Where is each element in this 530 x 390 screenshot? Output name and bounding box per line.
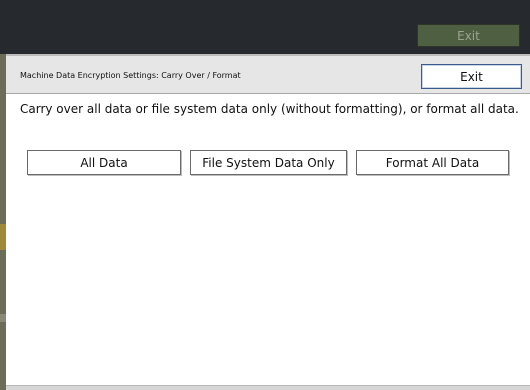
format-all-data-button[interactable]: Format All Data xyxy=(356,150,509,175)
all-data-button[interactable]: All Data xyxy=(27,150,181,175)
dialog-title: Machine Data Encryption Settings: Carry … xyxy=(20,71,241,80)
file-system-data-only-button[interactable]: File System Data Only xyxy=(190,150,347,175)
top-exit-button[interactable]: Exit xyxy=(417,24,520,47)
dialog-footer xyxy=(6,385,530,390)
dialog-description: Carry over all data or file system data … xyxy=(20,102,519,116)
encryption-settings-dialog: Machine Data Encryption Settings: Carry … xyxy=(6,54,530,390)
top-bar: Exit xyxy=(0,0,530,54)
dialog-header: Machine Data Encryption Settings: Carry … xyxy=(6,54,530,94)
dialog-exit-button[interactable]: Exit xyxy=(421,64,522,89)
